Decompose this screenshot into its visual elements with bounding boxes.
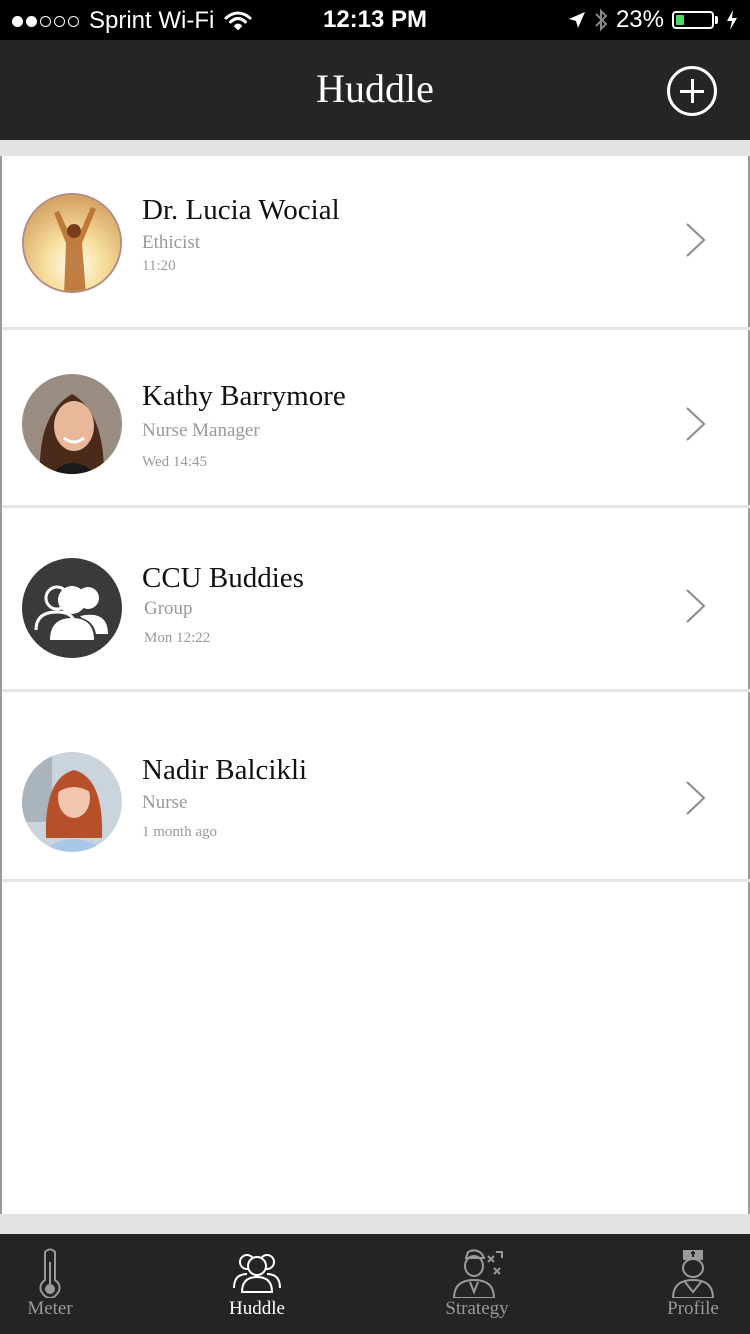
contact-name: Nadir Balcikli [142, 754, 308, 786]
battery-percent: 23% [615, 6, 664, 33]
conversation-item[interactable]: Kathy Barrymore Nurse Manager Wed 14:45 [2, 330, 750, 508]
conversation-item[interactable]: Dr. Lucia Wocial Ethicist 11:20 [2, 156, 750, 330]
list-bottom-divider [0, 1214, 750, 1234]
contact-role: Group [144, 598, 193, 619]
message-time: Mon 12:22 [144, 630, 211, 646]
status-bar: Sprint Wi-Fi 12:13 PM 23% [0, 0, 750, 40]
chevron-right-icon [686, 407, 706, 441]
list-top-divider [0, 140, 750, 156]
message-time: 1 month ago [142, 824, 217, 840]
avatar [22, 374, 122, 474]
contact-name: Dr. Lucia Wocial [142, 194, 340, 226]
conversation-list: Dr. Lucia Wocial Ethicist 11:20 Kathy Ba… [0, 156, 750, 1214]
contact-role: Nurse [142, 792, 188, 813]
message-time: Wed 14:45 [142, 454, 208, 470]
tab-bar: Meter Huddle Strategy Profile [0, 1234, 750, 1334]
bluetooth-icon [595, 8, 608, 32]
conversation-item[interactable]: Nadir Balcikli Nurse 1 month ago [2, 692, 750, 882]
avatar [22, 193, 122, 293]
chevron-right-icon [686, 781, 706, 815]
avatar [22, 752, 122, 852]
conversation-item[interactable]: CCU Buddies Group Mon 12:22 [2, 508, 750, 692]
tab-label: Meter [27, 1298, 73, 1319]
tab-label: Huddle [229, 1298, 285, 1319]
contact-role: Ethicist [142, 232, 201, 253]
message-time: 11:20 [142, 258, 176, 274]
nav-bar: Huddle [0, 40, 750, 140]
contact-name: Kathy Barrymore [142, 380, 346, 412]
contact-name: CCU Buddies [142, 562, 304, 594]
group-icon [233, 1254, 281, 1293]
tab-label: Profile [667, 1298, 719, 1319]
thermometer-icon [39, 1248, 61, 1298]
tab-meter[interactable]: Meter [0, 1234, 100, 1334]
status-right: 23% [568, 6, 738, 34]
group-icon [22, 558, 122, 658]
battery-fill [676, 15, 684, 25]
tab-strategy[interactable]: Strategy [432, 1234, 522, 1334]
tab-huddle[interactable]: Huddle [207, 1234, 307, 1334]
add-button[interactable] [667, 66, 717, 116]
location-arrow-icon [568, 12, 585, 28]
charging-bolt-icon [727, 10, 737, 30]
nurse-icon [671, 1250, 715, 1298]
battery-icon [672, 11, 714, 29]
contact-role: Nurse Manager [142, 420, 260, 441]
coach-strategy-icon [452, 1249, 503, 1298]
tab-profile[interactable]: Profile [648, 1234, 738, 1334]
tab-label: Strategy [445, 1298, 509, 1319]
chevron-right-icon [686, 223, 706, 257]
page-title: Huddle [316, 66, 434, 111]
chevron-right-icon [686, 589, 706, 623]
